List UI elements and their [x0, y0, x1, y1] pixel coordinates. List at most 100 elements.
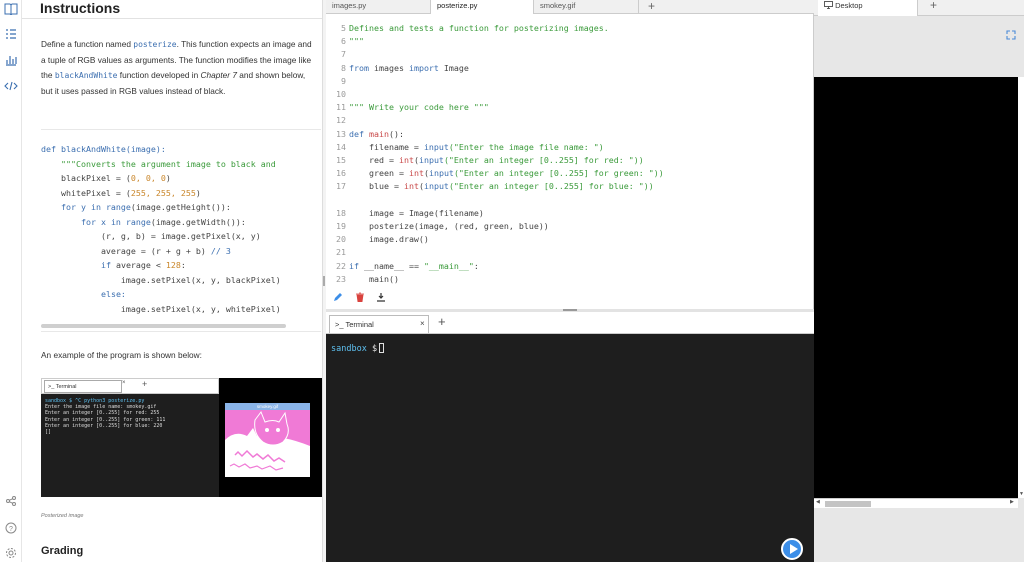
line-number-gutter: 5 6 7 8 9 10 11 12 13 14 15 16 17 18 19 … [332, 22, 346, 286]
code-line: """ Write your code here """ [349, 102, 489, 113]
code-token: (): [388, 128, 404, 139]
terminal-prompt[interactable]: sandbox $ [331, 343, 385, 354]
add-editor-tab-button[interactable]: + [648, 0, 655, 13]
book-icon[interactable] [4, 3, 18, 17]
trash-icon[interactable] [355, 292, 365, 304]
pencil-icon[interactable] [333, 292, 343, 304]
chevron-left-icon[interactable]: ◀ [816, 499, 820, 505]
line-number: 16 [336, 168, 346, 179]
chart-icon[interactable] [4, 54, 18, 68]
blackandwhite-code-ref: blackAndWhite [54, 71, 118, 80]
svg-text:?: ? [9, 526, 13, 533]
code-token: int [398, 155, 414, 166]
code-token: 128 [165, 260, 181, 270]
code-token: : [473, 260, 479, 271]
editor-tabbar: images.py posterize.py smokey.gif [326, 0, 814, 14]
code-line: posterize(image, (red, green, blue)) [349, 221, 549, 232]
settings-icon[interactable] [4, 547, 18, 561]
code-token: input [423, 181, 449, 192]
tab-smokey-gif[interactable]: smokey.gif [534, 0, 639, 14]
code-token: int [403, 181, 419, 192]
code-token: input [423, 141, 449, 152]
code-token: average < [110, 260, 166, 270]
code-line: main() [349, 273, 399, 284]
code-token: blackPixel = ( [41, 173, 131, 183]
para-text: Define a function named [41, 39, 134, 49]
line-number: 20 [336, 234, 346, 245]
example-terminal-line: Enter an integer [0..255] for green: 111 [45, 416, 166, 423]
line-number: 23 [336, 273, 346, 284]
code-token: def [349, 128, 364, 139]
code-line: (r, g, b) = image.getPixel(x, y) [41, 231, 261, 241]
example-terminal-tabbar: >_ Terminal × + [41, 378, 219, 394]
code-token: "__main__" [423, 260, 474, 271]
terminal-output[interactable]: sandbox $ [326, 334, 814, 562]
play-icon[interactable] [781, 538, 803, 560]
help-icon[interactable]: ? [4, 522, 18, 536]
code-line: image.setPixel(x, y, blackPixel) [41, 274, 281, 285]
code-token: ("Enter an integer [0..255] for blue: ")… [448, 181, 654, 192]
source-code[interactable]: Defines and tests a function for posteri… [349, 22, 664, 286]
splitter-handle[interactable] [323, 276, 325, 286]
code-token: int [408, 168, 424, 179]
code-token: ("Enter an integer [0..255] for red: ")) [443, 155, 644, 166]
code-editor[interactable]: 5 6 7 8 9 10 11 12 13 14 15 16 17 18 19 … [326, 14, 814, 310]
scrollbar-thumb[interactable] [825, 501, 871, 507]
grading-heading: Grading [41, 545, 84, 557]
instructions-title: Instructions [40, 0, 121, 16]
prompt-host: sandbox [331, 344, 367, 354]
code-token: whitePixel = ( [41, 187, 131, 198]
share-icon[interactable] [4, 495, 18, 509]
chevron-right-icon[interactable]: ▶ [1010, 499, 1014, 505]
tab-terminal[interactable]: >_ Terminal [329, 315, 429, 333]
code-token: ("Enter the image file name: ") [448, 141, 604, 152]
close-icon[interactable]: × [420, 319, 425, 328]
line-number: 21 [336, 247, 346, 258]
desktop-icon [824, 1, 833, 9]
code-horizontal-scrollbar[interactable] [41, 324, 286, 328]
download-icon[interactable] [376, 292, 386, 304]
desktop-screen[interactable] [814, 77, 1018, 498]
tab-posterize-py[interactable]: posterize.py [431, 0, 534, 14]
fullscreen-icon[interactable] [1006, 30, 1016, 42]
code-token: average = (r + g + b) [41, 245, 211, 256]
blackandwhite-code-block: def blackAndWhite(image): """Converts th… [41, 142, 322, 316]
example-terminal-line: Enter an integer [0..255] for red: 255 [45, 410, 160, 417]
tab-desktop[interactable]: Desktop [818, 0, 918, 16]
splitter-handle[interactable] [563, 309, 577, 311]
list-icon[interactable] [4, 28, 18, 42]
code-icon[interactable] [4, 80, 18, 94]
code-token: : [180, 260, 186, 270]
code-token: for x in range [80, 216, 151, 227]
editor-toolbar [333, 292, 393, 304]
desktop-vertical-scrollbar[interactable] [1018, 77, 1024, 498]
separator [41, 331, 321, 332]
desktop-horizontal-scrollbar[interactable]: ◀ ▶ [814, 498, 1018, 508]
instructions-divider [22, 18, 322, 19]
code-token: Image [438, 62, 469, 73]
code-token: def [41, 144, 61, 154]
code-token: for y in range [60, 202, 131, 212]
code-token: input [418, 155, 444, 166]
add-terminal-button[interactable]: + [438, 314, 446, 329]
code-token: 255, 255, 255 [130, 187, 196, 198]
terminal-tabbar: >_ Terminal × + [326, 312, 814, 334]
code-token: filename = [349, 141, 424, 152]
code-token: __name__ == [359, 260, 424, 271]
prompt-symbol: $ [371, 344, 378, 354]
code-line: image = Image(filename) [349, 207, 484, 218]
separator [41, 129, 321, 130]
tab-images-py[interactable]: images.py [326, 0, 431, 14]
chevron-down-icon[interactable]: ▼ [1019, 491, 1024, 497]
line-number: 15 [336, 155, 346, 166]
line-number: 18 [336, 207, 346, 218]
code-token: if [100, 260, 111, 270]
desktop-viewport[interactable]: ▼ ◀ ▶ [814, 16, 1024, 562]
line-number: 22 [336, 260, 346, 271]
code-line: """ [349, 36, 364, 47]
add-desktop-tab-button[interactable]: + [930, 0, 937, 12]
code-token: main [364, 128, 389, 139]
